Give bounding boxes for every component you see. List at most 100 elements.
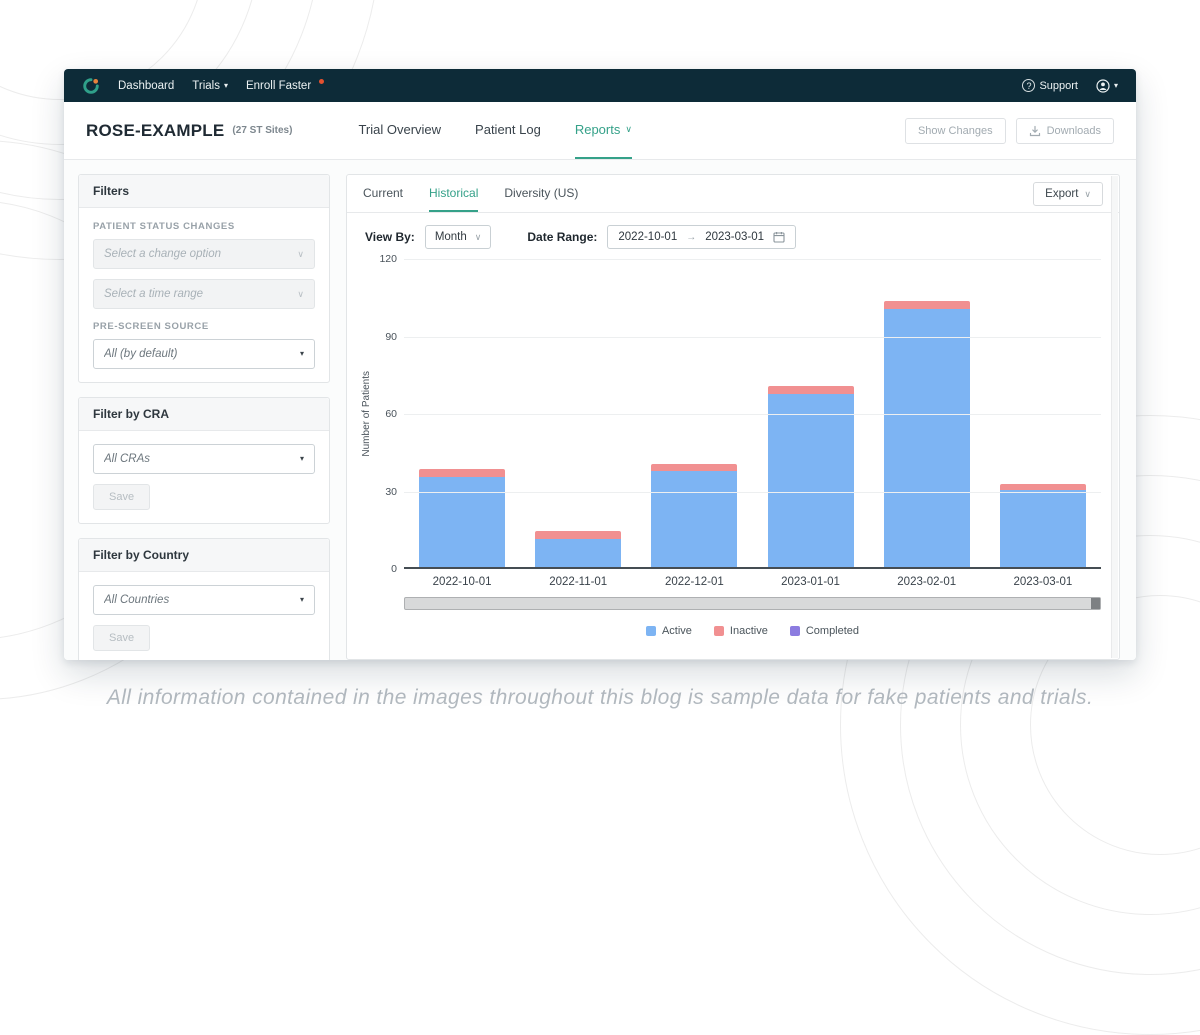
- time-range-placeholder: Select a time range: [104, 288, 297, 300]
- tab-trial-overview[interactable]: Trial Overview: [358, 102, 441, 159]
- brand-logo-icon[interactable]: [82, 77, 100, 95]
- x-tick-label: 2023-03-01: [1000, 576, 1086, 588]
- nav-trials-label: Trials: [192, 80, 220, 92]
- legend-item-inactive[interactable]: Inactive: [714, 625, 768, 637]
- bar-segment-active: [651, 471, 737, 567]
- account-menu[interactable]: ▾: [1096, 79, 1118, 93]
- caret-down-icon: ▾: [224, 82, 228, 90]
- chevron-down-icon: ∨: [297, 250, 304, 259]
- gridline: [404, 414, 1101, 415]
- support-link[interactable]: ? Support: [1022, 79, 1078, 92]
- question-mark-icon: ?: [1022, 79, 1035, 92]
- bars: [404, 259, 1101, 567]
- bar-2023-02-01[interactable]: [884, 301, 970, 567]
- legend-item-completed[interactable]: Completed: [790, 625, 859, 637]
- tab-patient-log-label: Patient Log: [475, 122, 541, 137]
- date-range-picker[interactable]: 2022-10-01 → 2023-03-01: [607, 225, 796, 249]
- x-tick-label: 2023-02-01: [884, 576, 970, 588]
- top-navbar: Dashboard Trials ▾ Enroll Faster ? Suppo…: [64, 69, 1136, 102]
- chevron-down-icon: ∨: [297, 290, 304, 299]
- y-tick-label: 120: [379, 253, 397, 265]
- legend-item-active[interactable]: Active: [646, 625, 692, 637]
- filters-card: Filters PATIENT STATUS CHANGES Select a …: [78, 174, 330, 383]
- x-tick-label: 2023-01-01: [768, 576, 854, 588]
- export-button[interactable]: Export ∨: [1033, 182, 1103, 206]
- legend-label: Active: [662, 625, 692, 637]
- export-label: Export: [1045, 188, 1078, 200]
- legend-swatch-icon: [646, 626, 656, 636]
- time-range-select[interactable]: Select a time range ∨: [93, 279, 315, 309]
- content-area: Filters PATIENT STATUS CHANGES Select a …: [64, 160, 1136, 660]
- bar-segment-inactive: [419, 469, 505, 477]
- bar-2022-12-01[interactable]: [651, 464, 737, 567]
- caret-down-icon: ▾: [1114, 82, 1118, 90]
- cra-save-button[interactable]: Save: [93, 484, 150, 510]
- filter-by-country-card: Filter by Country All Countries ▾ Save: [78, 538, 330, 660]
- chart-legend: Active Inactive Completed: [404, 625, 1101, 637]
- x-tick-label: 2022-12-01: [651, 576, 737, 588]
- date-range-label: Date Range:: [527, 230, 597, 244]
- plot-area: [404, 259, 1101, 569]
- app-window: Dashboard Trials ▾ Enroll Faster ? Suppo…: [64, 69, 1136, 660]
- chevron-down-icon: ∨: [475, 233, 482, 242]
- legend-label: Inactive: [730, 625, 768, 637]
- gridline: [404, 492, 1101, 493]
- nav-dashboard-label: Dashboard: [118, 80, 174, 92]
- page-title: ROSE-EXAMPLE: [86, 121, 224, 141]
- view-by-value: Month: [435, 231, 467, 243]
- legend-swatch-icon: [714, 626, 724, 636]
- trial-header: ROSE-EXAMPLE (27 ST Sites) Trial Overvie…: [64, 102, 1136, 160]
- download-icon: [1029, 125, 1041, 137]
- change-option-placeholder: Select a change option: [104, 248, 297, 260]
- patient-status-changes-label: PATIENT STATUS CHANGES: [93, 221, 315, 232]
- downloads-button[interactable]: Downloads: [1016, 118, 1114, 144]
- bar-2022-10-01[interactable]: [419, 469, 505, 567]
- change-option-select[interactable]: Select a change option ∨: [93, 239, 315, 269]
- view-by-select[interactable]: Month ∨: [425, 225, 492, 249]
- tab-current[interactable]: Current: [363, 175, 403, 212]
- pre-screen-source-select[interactable]: All (by default) ▾: [93, 339, 315, 369]
- nav-trials[interactable]: Trials ▾: [192, 80, 228, 92]
- horizontal-scrollbar[interactable]: [404, 597, 1101, 610]
- tab-reports-label: Reports: [575, 122, 621, 137]
- stacked-bar-chart: Number of Patients 0306090120 2022-10-01…: [347, 253, 1119, 637]
- tab-historical[interactable]: Historical: [429, 175, 478, 212]
- downloads-label: Downloads: [1047, 125, 1101, 137]
- cra-select-value: All CRAs: [104, 453, 300, 465]
- page-caption: All information contained in the images …: [0, 686, 1200, 710]
- nav-enroll-faster-label: Enroll Faster: [246, 80, 311, 92]
- scrollbar-thumb[interactable]: [1091, 598, 1100, 609]
- notification-dot-icon: [319, 79, 324, 84]
- tab-current-label: Current: [363, 186, 403, 200]
- report-panel: Current Historical Diversity (US) Export…: [346, 174, 1120, 660]
- chevron-down-icon: ∨: [1084, 190, 1091, 199]
- caret-down-icon: ▾: [300, 596, 304, 604]
- tab-patient-log[interactable]: Patient Log: [475, 102, 541, 159]
- nav-enroll-faster[interactable]: Enroll Faster: [246, 80, 324, 92]
- x-tick-label: 2022-10-01: [419, 576, 505, 588]
- nav-dashboard[interactable]: Dashboard: [118, 80, 174, 92]
- y-axis-ticks: 0306090120: [374, 259, 404, 569]
- bar-segment-active: [884, 309, 970, 567]
- show-changes-button[interactable]: Show Changes: [905, 118, 1006, 144]
- tab-diversity-us[interactable]: Diversity (US): [504, 175, 578, 212]
- bar-2022-11-01[interactable]: [535, 531, 621, 567]
- view-by-label: View By:: [365, 230, 415, 244]
- bar-segment-active: [1000, 490, 1086, 568]
- x-tick-label: 2022-11-01: [535, 576, 621, 588]
- chart-controls: View By: Month ∨ Date Range: 2022-10-01 …: [347, 213, 1119, 253]
- cra-select[interactable]: All CRAs ▾: [93, 444, 315, 474]
- legend-swatch-icon: [790, 626, 800, 636]
- user-icon: [1096, 79, 1110, 93]
- vertical-scrollbar[interactable]: [1111, 176, 1118, 658]
- y-tick-label: 0: [391, 563, 397, 575]
- country-save-button[interactable]: Save: [93, 625, 150, 651]
- header-tabs: Trial Overview Patient Log Reports ∨: [358, 102, 632, 159]
- y-tick-label: 30: [385, 486, 397, 498]
- country-select[interactable]: All Countries ▾: [93, 585, 315, 615]
- bar-segment-active: [768, 394, 854, 567]
- y-tick-label: 90: [385, 331, 397, 343]
- bar-2023-03-01[interactable]: [1000, 484, 1086, 567]
- tab-reports[interactable]: Reports ∨: [575, 102, 632, 159]
- bar-segment-inactive: [535, 531, 621, 539]
